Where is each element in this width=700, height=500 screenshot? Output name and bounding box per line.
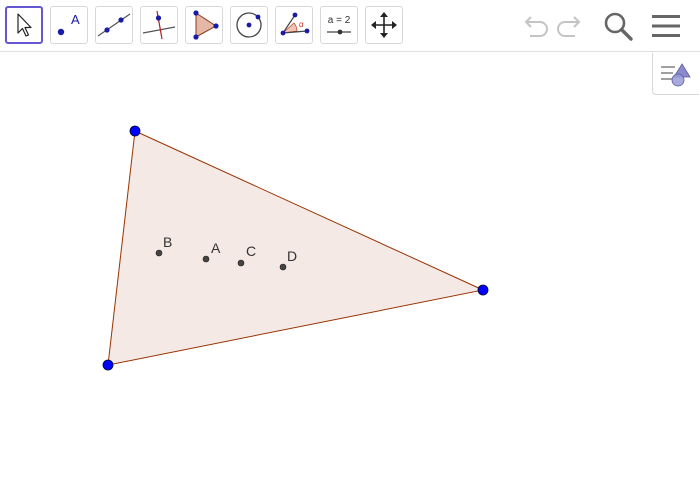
toolbar: A α a = 2 [0,0,700,52]
line-through-points-icon [97,13,131,37]
triangle-vertex-bottom[interactable] [102,359,114,371]
redo-icon [557,16,581,37]
redo-button[interactable] [553,8,589,44]
graphics-canvas[interactable]: B A C D [0,53,700,500]
point-a-label: A [211,240,221,256]
angle-icon: α [280,12,310,36]
polygon-tool-button[interactable] [185,6,223,44]
slider-tool-label: a = 2 [327,15,351,26]
point-tool-button[interactable]: A [50,6,88,44]
circle-tool-button[interactable] [230,6,268,44]
graphics-view[interactable]: B A C D [0,53,700,500]
point-d[interactable] [279,263,287,271]
move-arrows-icon [371,12,397,38]
undo-icon [524,16,548,37]
point-b[interactable] [155,249,163,257]
move-graphics-view-tool-button[interactable] [365,6,403,44]
svg-text:A: A [71,12,80,27]
point-icon: A [57,12,80,36]
point-c[interactable] [237,259,245,267]
point-b-label: B [163,234,172,250]
search-button[interactable] [600,8,636,44]
svg-text:α: α [299,20,304,29]
cursor-arrow-icon [17,13,32,37]
menu-button[interactable] [648,8,684,44]
polygon-icon [193,10,219,40]
hamburger-menu-icon [652,15,680,37]
triangle-vertex-top[interactable] [129,125,141,137]
point-a[interactable] [202,255,210,263]
search-icon [604,12,633,41]
line-tool-button[interactable] [95,6,133,44]
perpendicular-line-icon [142,10,176,40]
perpendicular-line-tool-button[interactable] [140,6,178,44]
undo-button[interactable] [516,8,552,44]
move-tool-button[interactable] [5,6,43,44]
angle-tool-button[interactable]: α [275,6,313,44]
triangle-vertex-right[interactable] [477,284,489,296]
slider-tool-button[interactable]: a = 2 [320,6,358,44]
circle-with-center-icon [236,12,262,38]
point-d-label: D [287,248,297,264]
point-c-label: C [246,243,256,259]
